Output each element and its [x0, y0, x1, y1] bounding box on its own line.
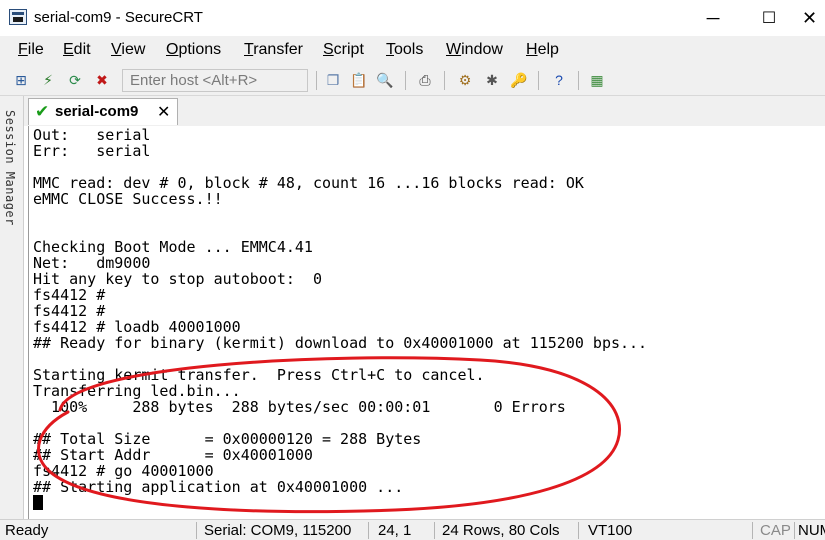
toolbar: ⊞ ⚡ ⟳ ✖ Enter host <Alt+R> ❐ 📋 🔍 ⎙ ⚙ ✱ 🔑…	[0, 65, 825, 96]
status-ready: Ready	[5, 522, 49, 539]
paste-icon[interactable]: 📋	[350, 71, 368, 89]
keymap-icon[interactable]: 🔑	[510, 71, 528, 89]
toolbar-separator	[405, 71, 406, 90]
toolbar-separator	[316, 71, 317, 90]
terminal-line: ## Ready for binary (kermit) download to…	[33, 334, 648, 352]
status-divider	[578, 522, 579, 539]
status-num-lock: NUM	[798, 522, 825, 539]
terminal-line: Hit any key to stop autoboot: 0	[33, 270, 322, 288]
terminal-line: fs4412 # loadb 40001000	[33, 318, 241, 336]
reconnect-icon[interactable]: ⟳	[66, 71, 84, 89]
minimize-button[interactable]: ─	[690, 0, 736, 36]
close-button[interactable]: ✕	[802, 0, 825, 36]
toolbar-separator	[538, 71, 539, 90]
terminal-line: Err: serial	[33, 142, 151, 160]
copy-icon[interactable]: ❐	[324, 71, 342, 89]
session-options-icon[interactable]: ⚙	[456, 71, 474, 89]
status-divider	[794, 522, 795, 539]
print-icon[interactable]: ⎙	[416, 71, 434, 89]
menu-transfer[interactable]: Transfer	[244, 41, 303, 59]
tab-bar: ✔ serial-com9 ✕	[24, 96, 825, 126]
maximize-button[interactable]: ☐	[746, 0, 792, 36]
terminal-line: Out: serial	[33, 126, 151, 144]
terminal-line: ## Start Addr = 0x40001000	[33, 446, 313, 464]
terminal-line: MMC read: dev # 0, block # 48, count 16 …	[33, 174, 584, 192]
status-emulation: VT100	[588, 522, 633, 539]
terminal-output[interactable]: Out: serial Err: serial MMC read: dev # …	[28, 126, 825, 519]
host-input[interactable]: Enter host <Alt+R>	[122, 69, 308, 92]
menu-bar: File Edit View Options Transfer Script T…	[0, 36, 825, 65]
status-divider	[368, 522, 369, 539]
terminal-line: ## Total Size = 0x00000120 = 288 Bytes	[33, 430, 422, 448]
session-manager-panel[interactable]: Session Manager	[0, 96, 24, 519]
connect-icon[interactable]: ⊞	[12, 71, 30, 89]
disconnect-icon[interactable]: ✖	[93, 71, 111, 89]
toolbar-separator	[444, 71, 445, 90]
connected-check-icon: ✔	[35, 102, 50, 121]
find-icon[interactable]: 🔍	[376, 71, 394, 89]
terminal-line: eMMC CLOSE Success.!!	[33, 190, 223, 208]
securecrt-app-icon	[9, 9, 27, 25]
status-caps-lock: CAP	[760, 522, 791, 539]
terminal-line: fs4412 #	[33, 302, 106, 320]
tab-serial-com9[interactable]: ✔ serial-com9 ✕	[28, 98, 178, 125]
about-icon[interactable]: ▦	[588, 71, 606, 89]
terminal-line: ## Starting application at 0x40001000 ..…	[33, 478, 404, 496]
tab-label: serial-com9	[55, 103, 139, 120]
menu-tools[interactable]: Tools	[386, 41, 423, 59]
menu-file[interactable]: File	[18, 41, 44, 59]
status-divider	[434, 522, 435, 539]
terminal-line: fs4412 #	[33, 286, 106, 304]
status-connection: Serial: COM9, 115200	[204, 522, 352, 539]
session-manager-label[interactable]: Session Manager	[3, 110, 17, 226]
status-cursor-position: 24, 1	[378, 522, 412, 539]
terminal-line: Transferring led.bin...	[33, 382, 241, 400]
toolbar-separator	[578, 71, 579, 90]
menu-help[interactable]: Help	[526, 41, 559, 59]
terminal-line: Starting kermit transfer. Press Ctrl+C t…	[33, 366, 485, 384]
terminal-line: 100% 288 bytes 288 bytes/sec 00:00:01 0 …	[33, 398, 566, 416]
menu-edit[interactable]: Edit	[63, 41, 91, 59]
title-bar: serial-com9 - SecureCRT ─ ☐ ✕	[0, 0, 825, 36]
status-bar: Ready Serial: COM9, 115200 24, 1 24 Rows…	[0, 519, 825, 540]
terminal-line: fs4412 # go 40001000	[33, 462, 214, 480]
menu-view[interactable]: View	[111, 41, 145, 59]
tab-close-icon[interactable]: ✕	[157, 102, 170, 122]
terminal-cursor	[33, 495, 43, 510]
menu-script[interactable]: Script	[323, 41, 364, 59]
quick-connect-icon[interactable]: ⚡	[39, 71, 57, 89]
window-title: serial-com9 - SecureCRT	[34, 9, 203, 26]
help-icon[interactable]: ?	[550, 71, 568, 89]
terminal-line: Checking Boot Mode ... EMMC4.41	[33, 238, 313, 256]
menu-options[interactable]: Options	[166, 41, 221, 59]
global-options-icon[interactable]: ✱	[483, 71, 501, 89]
menu-window[interactable]: Window	[446, 41, 503, 59]
status-terminal-size: 24 Rows, 80 Cols	[442, 522, 560, 539]
status-divider	[752, 522, 753, 539]
terminal-line: Net: dm9000	[33, 254, 151, 272]
status-divider	[196, 522, 197, 539]
